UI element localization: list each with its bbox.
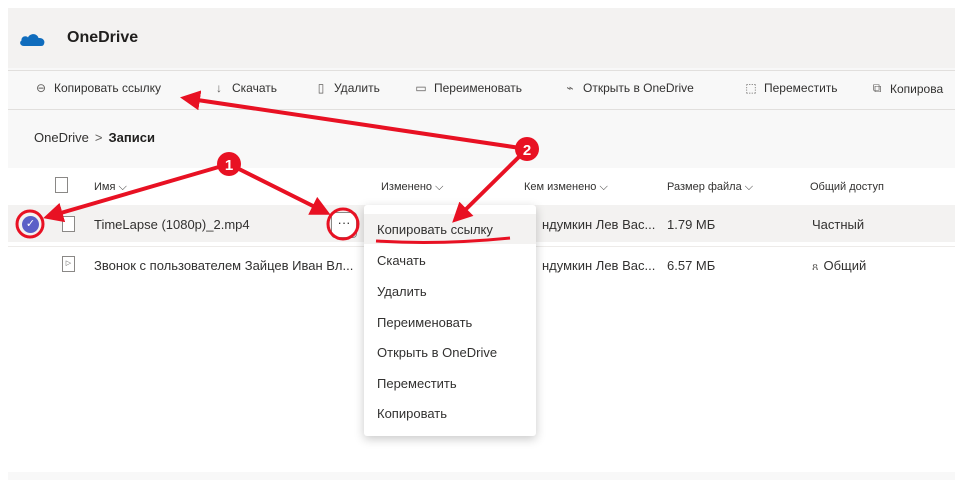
highlight-circle <box>15 209 45 239</box>
underline-mark <box>375 236 511 244</box>
marker-label: 1 <box>225 157 233 174</box>
annotation-arrow <box>228 162 331 215</box>
marker-label: 2 <box>523 142 531 159</box>
annotation-overlay: 1 2 <box>15 90 539 244</box>
annotation-arrow <box>452 147 529 223</box>
highlight-circle <box>326 207 360 241</box>
annotation-arrow <box>180 90 528 151</box>
annotation-arrow <box>43 162 230 223</box>
